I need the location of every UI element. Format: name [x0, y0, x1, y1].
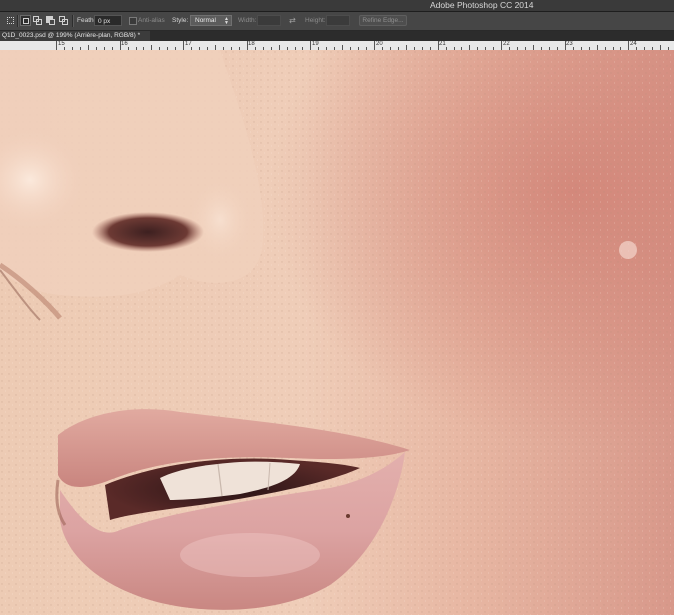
ruler-tick — [501, 41, 503, 50]
new-selection-icon[interactable] — [20, 15, 31, 26]
height-field[interactable] — [326, 15, 350, 26]
feather-field[interactable]: 0 px — [94, 15, 122, 26]
add-to-selection-icon[interactable] — [33, 16, 42, 25]
width-label: Width: — [238, 17, 257, 24]
style-label: Style: — [172, 17, 189, 24]
ruler-tick — [564, 41, 566, 50]
style-select-value: Normal — [195, 17, 216, 24]
anti-alias-label: Anti-alias — [138, 17, 165, 24]
ruler-tick — [437, 41, 439, 50]
ruler-tick — [628, 41, 630, 50]
anti-alias-checkbox[interactable] — [129, 17, 137, 25]
swap-dimensions-icon[interactable]: ⇄ — [289, 16, 296, 25]
intersect-selection-icon[interactable] — [59, 16, 68, 25]
height-label: Height: — [305, 17, 326, 24]
app-title: Adobe Photoshop CC 2014 — [430, 0, 534, 10]
document-tab-bar: Q1D_0023.psd @ 199% (Arrière-plan, RGB/8… — [0, 31, 674, 41]
skin-closeup-image — [0, 50, 674, 615]
style-select[interactable]: Normal ▲ ▼ — [190, 15, 232, 26]
ruler-tick — [310, 41, 312, 50]
ruler-tick — [246, 41, 248, 50]
select-arrows-icon: ▲ ▼ — [224, 16, 229, 26]
ruler-tick — [119, 41, 121, 50]
options-bar: Feather: 0 px Anti-alias Style: Normal ▲… — [0, 12, 674, 31]
subtract-from-selection-icon[interactable] — [46, 16, 55, 25]
title-bar: Adobe Photoshop CC 2014 — [0, 0, 674, 12]
ruler-tick — [183, 41, 185, 50]
ruler-label: 18 — [248, 41, 255, 47]
refine-edge-button[interactable]: Refine Edge... — [359, 15, 407, 26]
marquee-tool-icon[interactable] — [6, 16, 15, 25]
ruler-tick — [56, 41, 57, 50]
document-canvas[interactable] — [0, 50, 674, 615]
ruler-tick — [374, 41, 375, 50]
width-field[interactable] — [257, 15, 281, 26]
document-tab[interactable]: Q1D_0023.psd @ 199% (Arrière-plan, RGB/8… — [0, 31, 150, 41]
ruler-label: 23 — [566, 41, 573, 47]
